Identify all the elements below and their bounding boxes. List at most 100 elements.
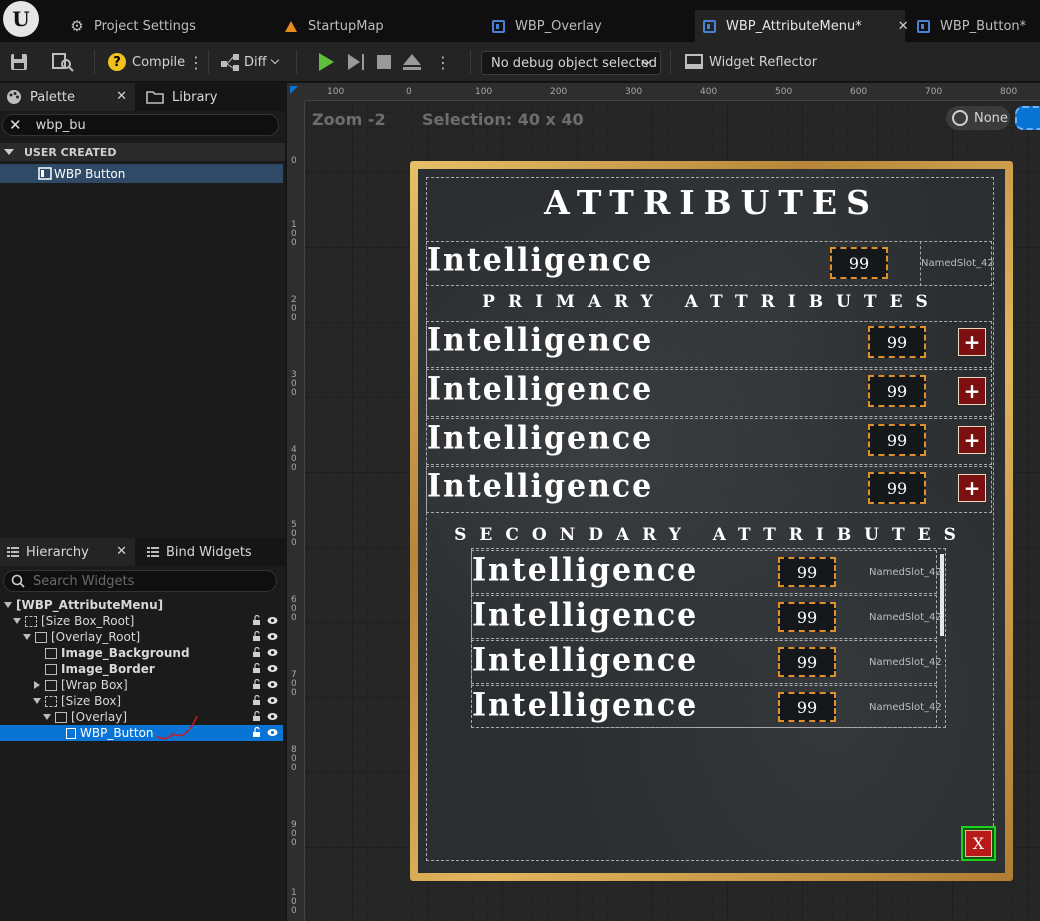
tab-project-settings[interactable]: ⚙ Project Settings [62, 10, 204, 42]
top-row-label: Intelligence [427, 242, 654, 279]
designer-canvas[interactable]: 100 0 100 200 300 400 500 600 700 800 Zo… [287, 83, 1040, 921]
size-box-icon [45, 695, 57, 707]
tree-node-wbp-attribute-menu[interactable]: [WBP_AttributeMenu] [0, 597, 283, 613]
palette-category-user-created[interactable]: USER CREATED [0, 143, 285, 161]
visibility-eye-icon[interactable] [267, 664, 278, 673]
wrap-box-icon [45, 679, 57, 691]
primary-row-label: Intelligence [427, 371, 654, 408]
palette-tabs: Palette ✕ Library [0, 83, 285, 111]
close-menu-button[interactable]: X [961, 826, 996, 861]
tab-palette[interactable]: Palette ✕ [0, 83, 135, 111]
unreal-logo-icon[interactable]: U [0, 0, 42, 38]
tab-startup-map[interactable]: StartupMap [276, 10, 392, 42]
tab-bind-widgets[interactable]: Bind Widgets [140, 538, 285, 566]
chevron-down-icon[interactable] [22, 634, 32, 640]
secondary-row-value: 99 [778, 692, 836, 722]
clear-search-icon[interactable]: ✕ [9, 116, 22, 134]
visibility-eye-icon[interactable] [267, 712, 278, 721]
unlock-icon[interactable] [252, 711, 262, 721]
tab-wbp-button[interactable]: WBP_Button* [908, 10, 1034, 42]
hierarchy-tabs: Hierarchy ✕ Bind Widgets [0, 538, 285, 566]
chevron-down-icon[interactable] [42, 714, 52, 720]
tab-library[interactable]: Library [140, 83, 280, 111]
tab-hierarchy[interactable]: Hierarchy ✕ [0, 538, 135, 566]
chevron-down-icon[interactable] [3, 602, 13, 608]
tree-node-size-box-root[interactable]: [Size Box_Root] [0, 613, 283, 629]
stop-button[interactable] [377, 42, 391, 82]
increase-attribute-button[interactable]: + [958, 328, 986, 356]
play-options-icon[interactable]: ⋮ [435, 42, 451, 82]
palette-search-input[interactable] [35, 117, 256, 133]
step-button[interactable] [348, 42, 364, 82]
compile-status-icon: ? [108, 53, 126, 71]
unlock-icon[interactable] [252, 615, 262, 625]
named-slot-label: NamedSlot_42 [869, 702, 942, 713]
annotation-scribble [156, 715, 198, 740]
eject-button[interactable] [403, 42, 421, 82]
primary-row-label: Intelligence [427, 420, 654, 457]
primary-row-value: 99 [868, 326, 926, 358]
tree-node-wbp-button[interactable]: WBP_Button [0, 725, 283, 741]
screen-size-toggle[interactable] [1015, 106, 1040, 130]
unlock-icon[interactable] [252, 631, 262, 641]
close-icon[interactable]: ✕ [116, 89, 127, 104]
tree-node-overlay-root[interactable]: [Overlay_Root] [0, 629, 283, 645]
zoom-level-text: Zoom -2 [312, 110, 386, 129]
secondary-attributes-header: SECONDARY ATTRIBUTES [454, 525, 969, 545]
close-icon[interactable]: ✕ [116, 544, 127, 559]
palette-search[interactable]: ✕ [2, 114, 279, 136]
increase-attribute-button[interactable]: + [958, 377, 986, 405]
dpi-scale-button[interactable]: None [946, 106, 1010, 130]
tab-wbp-attribute-menu[interactable]: WBP_AttributeMenu* ✕ [695, 10, 909, 42]
tree-node-wrap-box[interactable]: [Wrap Box] [0, 677, 283, 693]
visibility-eye-icon[interactable] [267, 696, 278, 705]
selection-size-text: Selection: 40 x 40 [422, 110, 584, 129]
image-icon [45, 647, 57, 659]
unlock-icon[interactable] [252, 695, 262, 705]
secondary-row-label: Intelligence [472, 642, 699, 679]
save-icon[interactable] [10, 42, 28, 82]
play-button[interactable] [319, 42, 334, 82]
unlock-icon[interactable] [252, 727, 262, 737]
visibility-eye-icon[interactable] [267, 616, 278, 625]
visibility-eye-icon[interactable] [267, 632, 278, 641]
tab-wbp-overlay[interactable]: WBP_Overlay [483, 10, 610, 42]
visibility-eye-icon[interactable] [267, 648, 278, 657]
tree-node-image-background[interactable]: Image_Background [0, 645, 283, 661]
named-slot-label: NamedSlot_42 [869, 567, 942, 578]
browse-icon[interactable] [52, 42, 74, 82]
tree-node-size-box[interactable]: [Size Box] [0, 693, 283, 709]
chevron-down-icon[interactable] [32, 698, 42, 704]
compile-options-icon[interactable]: ⋮ [188, 42, 204, 82]
ruler-horizontal: 100 0 100 200 300 400 500 600 700 800 [305, 83, 1040, 101]
unlock-icon[interactable] [252, 663, 262, 673]
compile-button[interactable]: ? Compile [108, 42, 185, 82]
close-tab-icon[interactable]: ✕ [898, 19, 909, 34]
debug-object-select[interactable]: No debug object selected [481, 51, 661, 75]
named-slot-label: NamedSlot_42 [921, 258, 994, 269]
widget-reflector-button[interactable]: Widget Reflector [684, 42, 817, 82]
visibility-eye-icon[interactable] [267, 680, 278, 689]
menu-title: ATTRIBUTES [544, 183, 879, 222]
secondary-row-value: 99 [778, 557, 836, 587]
globe-icon [952, 110, 968, 126]
tree-node-overlay[interactable]: [Overlay] [0, 709, 283, 725]
chevron-right-icon[interactable] [32, 681, 42, 689]
named-slot-label: NamedSlot_42 [869, 612, 942, 623]
unlock-icon[interactable] [252, 647, 262, 657]
increase-attribute-button[interactable]: + [958, 474, 986, 502]
chevron-down-icon[interactable] [12, 618, 22, 624]
diff-icon [221, 54, 239, 71]
stop-icon [377, 55, 391, 69]
hierarchy-search[interactable] [3, 570, 277, 592]
overlay-icon [35, 631, 47, 643]
unlock-icon[interactable] [252, 679, 262, 689]
visibility-eye-icon[interactable] [267, 728, 278, 737]
increase-attribute-button[interactable]: + [958, 426, 986, 454]
attribute-menu-frame[interactable]: ATTRIBUTES Intelligence 99 NamedSlot_42 … [410, 161, 1013, 881]
diff-button[interactable]: Diff [220, 42, 279, 82]
palette-item-wbp-button[interactable]: WBP Button [0, 164, 283, 183]
search-widgets-input[interactable] [33, 573, 253, 589]
tree-node-image-border[interactable]: Image_Border [0, 661, 283, 677]
primary-row-value: 99 [868, 472, 926, 504]
